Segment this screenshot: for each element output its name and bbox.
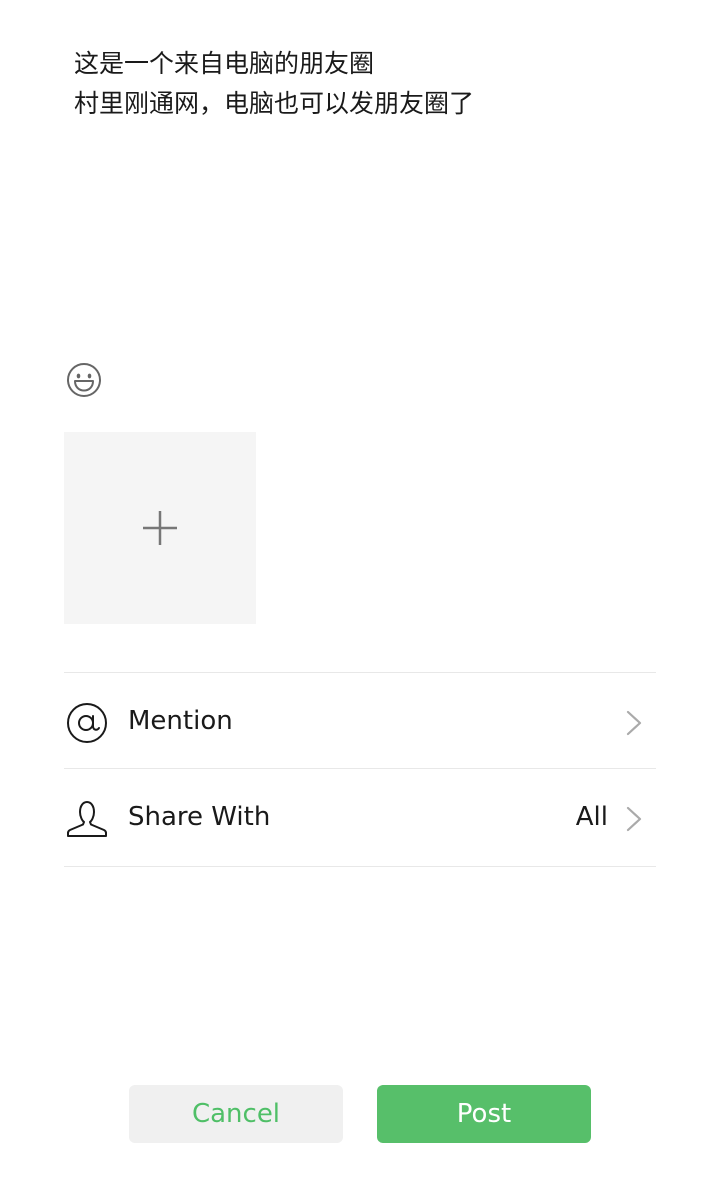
share-with-value: All	[575, 802, 608, 832]
smiley-face-icon	[67, 363, 101, 397]
share-with-row[interactable]: Share With All	[64, 770, 656, 865]
post-text-line-2: 村里刚通网，电脑也可以发朋友圈了	[74, 89, 475, 118]
cancel-button[interactable]: Cancel	[129, 1085, 343, 1143]
chevron-right-icon	[626, 710, 642, 736]
post-button[interactable]: Post	[377, 1085, 591, 1143]
chevron-right-icon	[626, 806, 642, 832]
post-text-line-1: 这是一个来自电脑的朋友圈	[74, 49, 375, 78]
mention-label: Mention	[128, 706, 233, 736]
emoji-button[interactable]	[66, 362, 102, 398]
at-sign-icon	[67, 703, 107, 743]
post-text-area[interactable]: 这是一个来自电脑的朋友圈 村里刚通网，电脑也可以发朋友圈了	[74, 44, 654, 334]
divider-middle	[64, 768, 656, 769]
mention-row[interactable]: Mention	[64, 674, 656, 769]
person-outline-icon	[67, 801, 107, 837]
divider-top	[64, 672, 656, 673]
add-photo-button[interactable]	[64, 432, 256, 624]
share-with-label: Share With	[128, 802, 271, 832]
plus-icon	[143, 511, 177, 545]
divider-bottom	[64, 866, 656, 867]
